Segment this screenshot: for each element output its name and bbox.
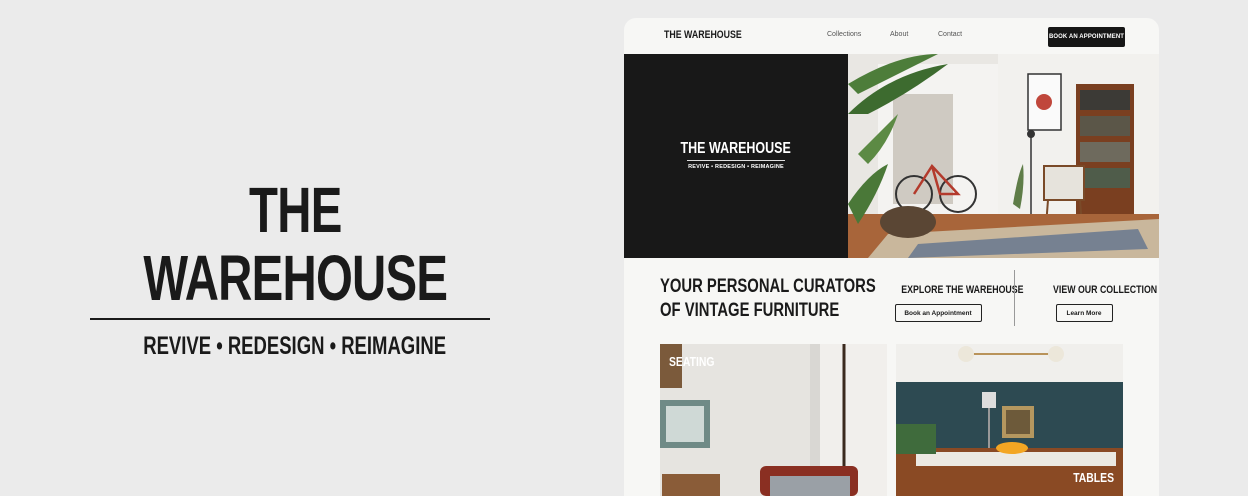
category-label-tables: TABLES [1073,470,1114,485]
brand-tagline: REVIVE • REDESIGN • REIMAGINE [143,332,447,360]
category-card-seating[interactable]: SEATING [660,344,887,496]
nav-link-contact[interactable]: Contact [938,31,962,38]
hero-logo-panel: THE WAREHOUSE REVIVE • REDESIGN • REIMAG… [624,54,848,258]
cta-collection: VIEW OUR COLLECTION Learn More [1040,280,1157,322]
learn-more-button[interactable]: Learn More [1055,304,1113,322]
site-nav: THE WAREHOUSE Collections About Contact … [624,18,1159,54]
nav-link-collections[interactable]: Collections [827,31,861,38]
brand-title: THE WAREHOUSE [143,174,448,314]
book-appointment-button[interactable]: BOOK AN APPOINTMENT [1048,27,1125,47]
hero-interior-photo [848,54,1159,258]
website-mockup: THE WAREHOUSE Collections About Contact … [624,18,1159,496]
brand-block: THE WAREHOUSE REVIVE • REDESIGN • REIMAG… [90,176,490,361]
cta-divider [1014,270,1015,326]
cta-explore: EXPLORE THE WAREHOUSE Book an Appointmen… [886,280,1024,322]
hero-tagline: REVIVE • REDESIGN • REIMAGINE [688,164,784,170]
nav-logo[interactable]: THE WAREHOUSE [664,29,742,41]
category-label-seating: SEATING [669,354,715,369]
book-appointment-link-button[interactable]: Book an Appointment [894,304,982,322]
intro-heading: YOUR PERSONAL CURATORS OF VINTAGE FURNIT… [660,275,876,323]
brand-divider [90,318,490,320]
category-card-tables[interactable]: TABLES [896,344,1123,496]
intro-line-2: OF VINTAGE FURNITURE [660,300,840,321]
hero-logo: THE WAREHOUSE REVIVE • REDESIGN • REIMAG… [624,140,848,170]
intro-line-1: YOUR PERSONAL CURATORS [660,276,876,297]
nav-link-about[interactable]: About [890,31,908,38]
hero-title: THE WAREHOUSE [680,140,792,157]
cta-explore-title: EXPLORE THE WAREHOUSE [901,284,1024,296]
cta-collection-title: VIEW OUR COLLECTION [1053,284,1158,296]
hero-divider [687,160,785,161]
